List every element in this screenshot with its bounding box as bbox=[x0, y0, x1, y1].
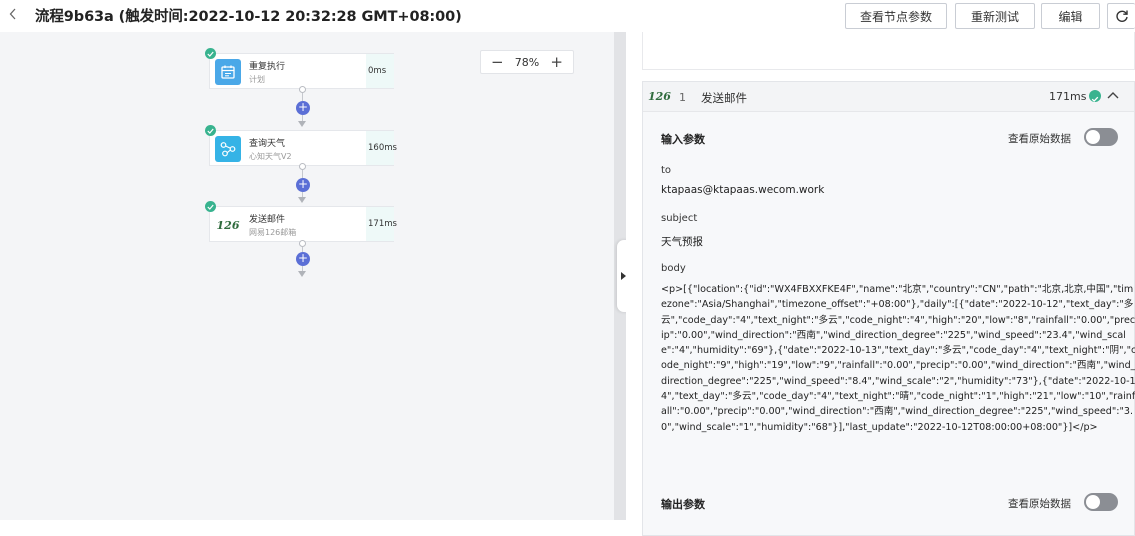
node-title: 发送邮件 bbox=[249, 215, 286, 225]
node-title: 查询天气 bbox=[249, 139, 286, 149]
arrow-down-icon bbox=[298, 197, 306, 203]
zoom-control: − 78% + bbox=[480, 50, 574, 74]
node-subtitle: 计划 bbox=[249, 75, 265, 84]
check-circle-icon bbox=[1089, 90, 1101, 102]
field-label-to: to bbox=[661, 165, 672, 176]
126-mail-icon: 126 bbox=[213, 212, 243, 238]
field-label-subject: subject bbox=[661, 213, 698, 224]
refresh-icon[interactable] bbox=[1107, 3, 1135, 29]
success-check-icon bbox=[205, 201, 216, 212]
zoom-out-button[interactable]: − bbox=[491, 52, 504, 72]
node-subtitle: 网易126邮箱 bbox=[249, 228, 297, 237]
add-step-button[interactable]: + bbox=[296, 101, 310, 115]
toggle-knob bbox=[1086, 130, 1100, 144]
toggle-knob bbox=[1086, 495, 1100, 509]
view-raw-input-label: 查看原始数据 bbox=[1008, 133, 1071, 145]
weather-flow-icon bbox=[215, 136, 241, 162]
node-subtitle: 心知天气V2 bbox=[249, 152, 292, 161]
edit-button[interactable]: 编辑 bbox=[1041, 3, 1100, 29]
field-label-body: body bbox=[661, 263, 686, 274]
step-index: 1 bbox=[679, 91, 686, 104]
zoom-in-button[interactable]: + bbox=[550, 52, 563, 72]
top-bar: 流程9b63a (触发时间:2022-10-12 20:32:28 GMT+08… bbox=[0, 0, 1135, 32]
node-title: 重复执行 bbox=[249, 62, 286, 72]
flow-node-send-mail[interactable]: 126 发送邮件 网易126邮箱 171ms bbox=[209, 206, 397, 242]
retest-button[interactable]: 重新测试 bbox=[955, 3, 1035, 29]
zoom-level: 78% bbox=[514, 55, 540, 69]
raw-input-toggle[interactable] bbox=[1084, 128, 1118, 146]
connector-dot bbox=[299, 86, 306, 93]
output-params-title: 输出参数 bbox=[661, 498, 705, 511]
arrow-down-icon bbox=[298, 271, 306, 277]
flow-node-schedule[interactable]: 重复执行 计划 0ms bbox=[209, 53, 394, 89]
raw-output-toggle[interactable] bbox=[1084, 493, 1118, 511]
step-card-header[interactable]: 126 1 发送邮件 171ms bbox=[643, 82, 1134, 112]
step-name: 发送邮件 bbox=[701, 91, 747, 105]
field-value-subject: 天气预报 bbox=[661, 236, 703, 248]
connector-dot bbox=[299, 240, 306, 247]
view-raw-output-label: 查看原始数据 bbox=[1008, 498, 1071, 510]
arrow-down-icon bbox=[298, 121, 306, 127]
chevron-up-icon[interactable] bbox=[1107, 88, 1119, 102]
field-value-to: ktapaas@ktapaas.wecom.work bbox=[661, 184, 825, 196]
126-mail-icon: 126 bbox=[648, 90, 671, 103]
page-title: 流程9b63a (触发时间:2022-10-12 20:32:28 GMT+08… bbox=[35, 9, 462, 25]
chevron-left-icon[interactable] bbox=[4, 4, 22, 26]
field-value-body: <p>[{"location":{"id":"WX4FBXXFKE4F","na… bbox=[661, 284, 1135, 433]
step-card: 126 1 发送邮件 171ms 输入参数 查看原始数据 to ktapaas@… bbox=[642, 81, 1135, 536]
add-step-button[interactable]: + bbox=[296, 252, 310, 266]
node-duration: 0ms bbox=[366, 54, 394, 88]
add-step-button[interactable]: + bbox=[296, 178, 310, 192]
success-check-icon bbox=[205, 125, 216, 136]
node-duration: 171ms bbox=[366, 207, 397, 241]
input-params-title: 输入参数 bbox=[661, 133, 705, 146]
step-duration: 171ms bbox=[1049, 90, 1087, 103]
run-detail-panel: 126 1 发送邮件 171ms 输入参数 查看原始数据 to ktapaas@… bbox=[626, 32, 1135, 536]
success-check-icon bbox=[205, 48, 216, 59]
node-duration: 160ms bbox=[366, 131, 397, 165]
previous-step-card bbox=[642, 32, 1135, 70]
calendar-icon bbox=[215, 59, 241, 85]
view-node-params-button[interactable]: 查看节点参数 bbox=[845, 3, 947, 29]
connector-dot bbox=[299, 163, 306, 170]
flow-node-query-weather[interactable]: 查询天气 心知天气V2 160ms bbox=[209, 130, 397, 166]
